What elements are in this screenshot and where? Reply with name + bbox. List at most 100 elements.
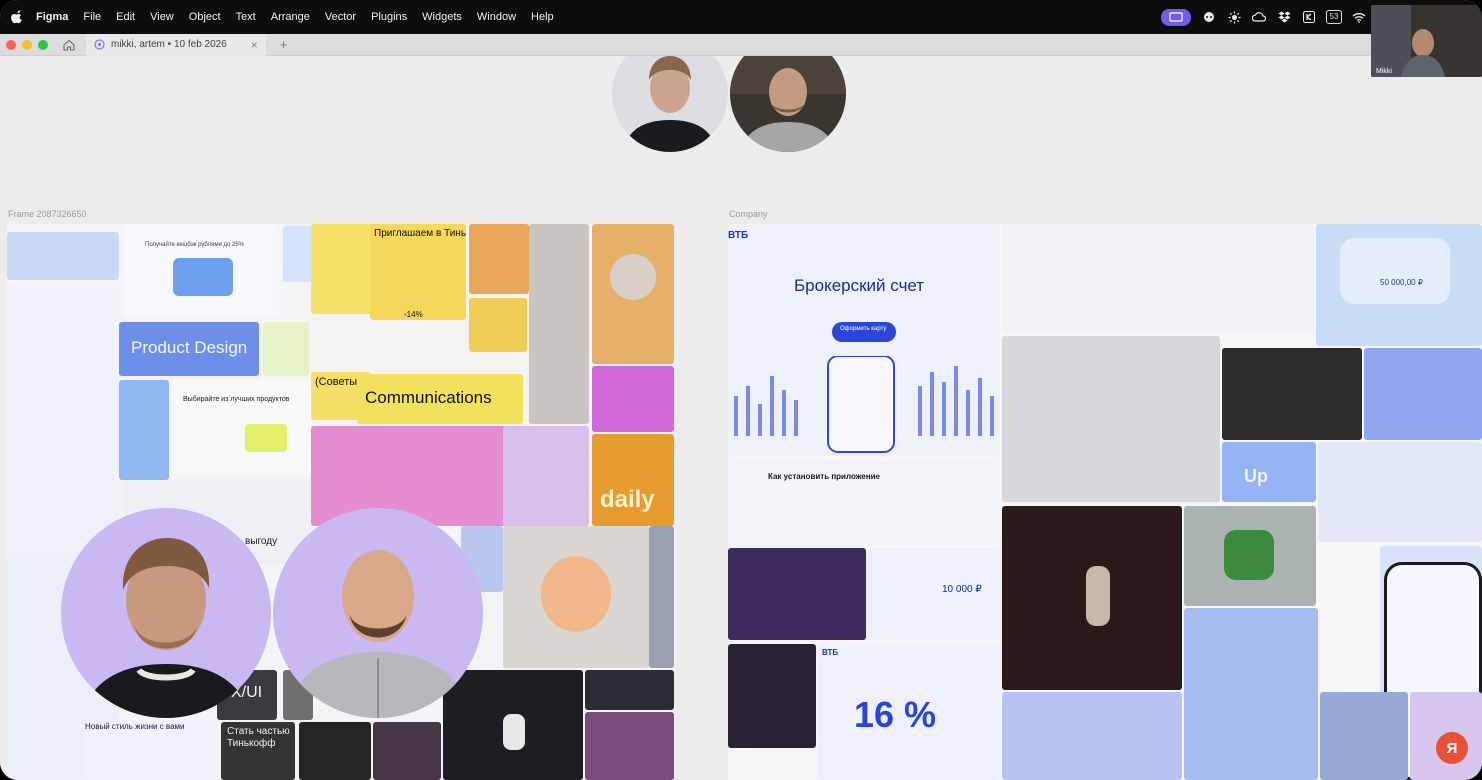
tile-card-blue — [1320, 692, 1408, 780]
tile-banner — [7, 232, 119, 280]
screen-share-icon[interactable] — [1161, 8, 1191, 26]
menu-window[interactable]: Window — [477, 11, 516, 23]
window-close-button[interactable] — [6, 39, 16, 50]
tile-toggle — [469, 224, 529, 294]
tile-amount: 10 000 ₽ — [868, 548, 1000, 640]
tile-product-design: Product Design — [119, 322, 259, 376]
tile-new-style: Новый стиль жизни с вами — [85, 720, 217, 780]
menu-widgets[interactable]: Widgets — [422, 11, 462, 23]
tab-bar: mikki, artem • 10 feb 2026 × + — [0, 33, 1482, 56]
tile-dark-screens — [299, 722, 371, 780]
cloud-sync-icon[interactable] — [1252, 10, 1266, 24]
menu-bar: Figma File Edit View Object Text Arrange… — [0, 0, 1482, 34]
tab-file[interactable]: mikki, artem • 10 feb 2026 × — [86, 33, 266, 56]
tile-app-screens — [1002, 336, 1220, 502]
open-card-label: Оформить карту — [840, 326, 887, 332]
advice-text: (Советы) — [315, 376, 361, 388]
install-title: Как установить приложение — [768, 472, 880, 481]
tile-dashboards — [1002, 224, 1314, 334]
menu-vector[interactable]: Vector — [325, 11, 356, 23]
promo-text: Получайте кешбэк рублями до 25% — [145, 242, 244, 248]
yellow-card — [245, 424, 287, 452]
menu-text[interactable]: Text — [236, 11, 256, 23]
tile-daily: daily — [592, 434, 674, 526]
menu-help[interactable]: Help — [531, 11, 554, 23]
tile-flowers — [503, 426, 589, 526]
dropbox-icon[interactable] — [1277, 10, 1291, 24]
tile-up: Up — [1222, 442, 1316, 502]
camera-thumbnail[interactable]: Mikki — [1371, 5, 1482, 77]
tile-notification — [1318, 442, 1482, 542]
tile-pixel-art — [728, 548, 866, 640]
choose-text: Выбирайте из лучших продуктов — [183, 396, 290, 403]
k-app-icon[interactable] — [1302, 10, 1316, 24]
camera-name: Mikki — [1376, 68, 1392, 75]
tile-page-left — [7, 286, 119, 554]
status-icons: 53 — [1161, 0, 1366, 34]
tile-dark-maze — [728, 644, 816, 748]
glass-card — [1340, 238, 1450, 304]
vase-shape — [1086, 566, 1110, 626]
new-style-text: Новый стиль жизни с вами — [85, 722, 185, 731]
tile-install: Как установить приложение — [728, 460, 1000, 546]
brightness-icon[interactable] — [1227, 10, 1241, 24]
tile-lines — [649, 526, 674, 668]
battery-icon[interactable]: 53 — [1325, 10, 1343, 24]
percent-text: 16 % — [854, 694, 937, 735]
tile-purple-3d — [592, 366, 674, 432]
daily-text: daily — [600, 486, 655, 513]
communications-text: Communications — [365, 388, 492, 407]
moss-shape — [1224, 530, 1274, 580]
yandex-badge[interactable]: Я — [1436, 732, 1468, 764]
card-amount-text: 50 000,00 ₽ — [1380, 278, 1423, 287]
tile-become-part: Стать частью Тинькофф — [221, 722, 295, 780]
right-moodboard[interactable]: ВТБ Брокерский счет Оформить карту 50 00… — [728, 224, 1482, 780]
avatar-artem — [273, 508, 483, 718]
broker-title: Брокерский счет — [794, 276, 925, 295]
menu-view[interactable]: View — [150, 11, 174, 23]
home-icon[interactable] — [62, 38, 76, 52]
avatar-mikki-small — [612, 56, 728, 152]
chat-icon[interactable] — [1202, 10, 1216, 24]
new-tab-button[interactable]: + — [280, 37, 288, 52]
tile-phone — [119, 380, 169, 480]
left-frame-label[interactable]: Frame 2087326650 — [8, 209, 87, 219]
menu-file[interactable]: File — [83, 11, 101, 23]
tile-astronaut — [592, 224, 674, 364]
vtb-logo-small: ВТБ — [822, 648, 839, 657]
menu-edit[interactable]: Edit — [116, 11, 135, 23]
candlestick-chart — [734, 356, 994, 453]
tile-cashback: Получайте кешбэк рублями до 25% — [123, 224, 279, 316]
tile-flowers-dark — [1002, 506, 1182, 690]
menu-plugins[interactable]: Plugins — [371, 11, 407, 23]
amount-text: 10 000 ₽ — [942, 584, 982, 595]
discount-badge: -14% — [404, 310, 423, 319]
tile-glass-card: 50 000,00 ₽ — [1316, 224, 1482, 346]
avatar-artem-small — [730, 56, 846, 152]
window-zoom-button[interactable] — [38, 39, 48, 50]
tile-nebula — [585, 712, 674, 780]
tile-illustrations — [311, 426, 525, 526]
right-frame-label[interactable]: Company — [729, 209, 768, 219]
window-minimize-button[interactable] — [22, 39, 32, 50]
tile-choose: Выбирайте из лучших продуктов — [173, 380, 311, 474]
flower-shape — [541, 556, 611, 632]
product-design-text: Product Design — [131, 338, 248, 357]
tile-cubes — [529, 224, 589, 424]
tab-close-icon[interactable]: × — [251, 38, 258, 52]
tile-space-astronaut — [443, 670, 583, 780]
tile-moss — [1184, 506, 1316, 606]
menu-arrange[interactable]: Arrange — [271, 11, 310, 23]
tile-broker: ВТБ Брокерский счет Оформить карту — [728, 224, 1000, 456]
wifi-icon[interactable] — [1352, 10, 1366, 24]
menu-app-name[interactable]: Figma — [36, 11, 68, 23]
helmet-shape — [610, 254, 656, 300]
figjam-icon — [94, 39, 105, 50]
apple-icon[interactable] — [10, 10, 24, 24]
tile-invite-wide: Приглашаем в Тинькофф -14% — [370, 224, 466, 320]
figma-canvas[interactable]: Frame 2087326650 Company Получайте кешбэ… — [0, 56, 1482, 780]
tile-gift — [1364, 348, 1482, 440]
invite-title-main: Приглашаем в Тинькофф — [374, 228, 466, 239]
menu-object[interactable]: Object — [189, 11, 221, 23]
tile-percent: ВТБ 16 % — [818, 644, 1000, 780]
